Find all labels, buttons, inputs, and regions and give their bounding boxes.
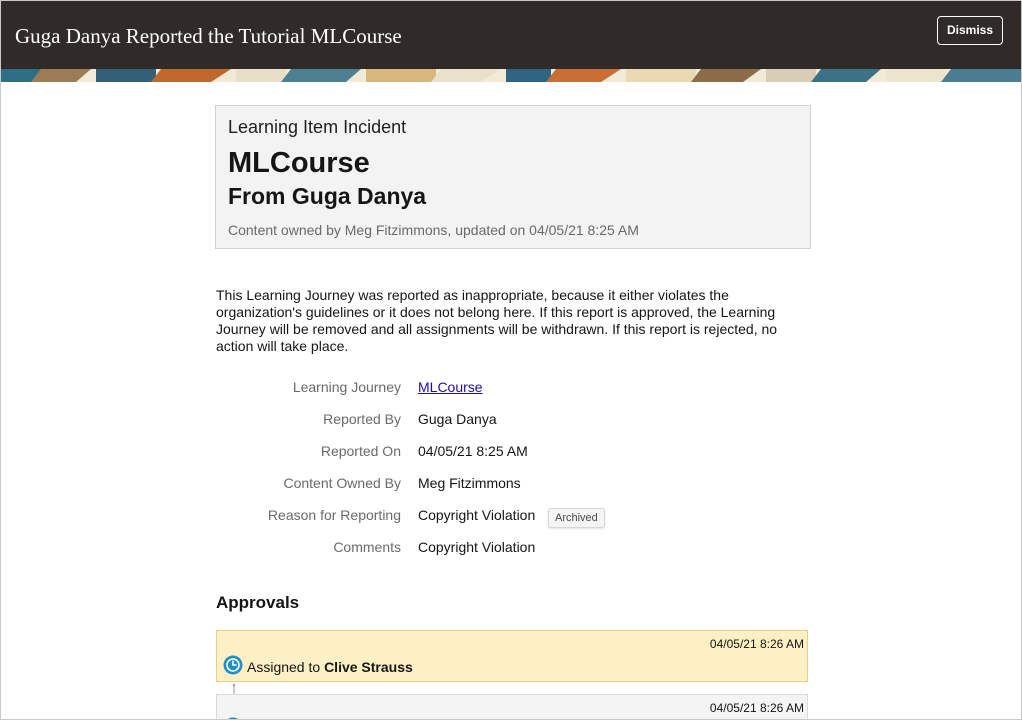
detail-label: Reason for Reporting: [267, 507, 401, 523]
approval-timestamp: 04/05/21 8:26 AM: [709, 701, 804, 715]
page-title: Guga Danya Reported the Tutorial MLCours…: [15, 24, 402, 48]
detail-row-reported-on: Reported On 04/05/21 8:25 AM: [216, 443, 816, 463]
detail-value: Guga Danya: [418, 411, 497, 427]
card-kicker: Learning Item Incident: [228, 117, 407, 137]
detail-value: Meg Fitzimmons: [418, 475, 521, 491]
incident-summary-card: Learning Item Incident MLCourse From Gug…: [215, 105, 811, 249]
detail-label: Reported On: [320, 443, 401, 459]
detail-row-learning-journey: Learning Journey MLCourse: [216, 379, 816, 399]
decorative-banner: [1, 69, 1021, 82]
dismiss-button[interactable]: Dismiss: [936, 16, 1003, 45]
archived-badge: Archived: [548, 508, 605, 528]
clock-icon: [223, 655, 243, 675]
detail-label: Comments: [333, 539, 401, 555]
detail-row-content-owned-by: Content Owned By Meg Fitzimmons: [216, 475, 816, 495]
approval-timestamp: 04/05/21 8:26 AM: [709, 637, 804, 651]
detail-value: 04/05/21 8:25 AM: [418, 443, 528, 459]
approver-name: Clive Strauss: [324, 659, 413, 675]
approval-connector: [232, 683, 236, 694]
approval-assignment: Assigned to Clive Strauss: [247, 659, 413, 675]
approvals-heading: Approvals: [216, 593, 300, 612]
detail-label: Reported By: [323, 411, 401, 427]
detail-label: Content Owned By: [283, 475, 401, 491]
detail-label: Learning Journey: [292, 379, 401, 395]
detail-value: Copyright Violation: [418, 539, 536, 555]
approval-item: 04/05/21 8:26 AM Assigned to Clive Strau…: [216, 630, 808, 682]
detail-row-reported-by: Reported By Guga Danya: [216, 411, 816, 431]
banner-pattern: [1, 69, 1021, 82]
incident-dialog: Guga Danya Reported the Tutorial MLCours…: [0, 0, 1022, 720]
learning-journey-link[interactable]: MLCourse: [418, 379, 483, 395]
reporter-subtitle: From Guga Danya: [228, 183, 427, 209]
ownership-meta: Content owned by Meg Fitzimmons, updated…: [228, 222, 639, 238]
detail-value: Copyright Violation: [418, 507, 536, 523]
detail-row-comments: Comments Copyright Violation: [216, 539, 816, 559]
page-header: Guga Danya Reported the Tutorial MLCours…: [1, 1, 1021, 69]
course-title: MLCourse: [228, 147, 370, 179]
incident-description: This Learning Journey was reported as in…: [216, 287, 778, 354]
detail-row-reason: Reason for Reporting Copyright Violation: [216, 507, 816, 527]
approval-item: 04/05/21 8:26 AM: [216, 694, 808, 719]
approval-prefix: Assigned to: [247, 659, 321, 675]
